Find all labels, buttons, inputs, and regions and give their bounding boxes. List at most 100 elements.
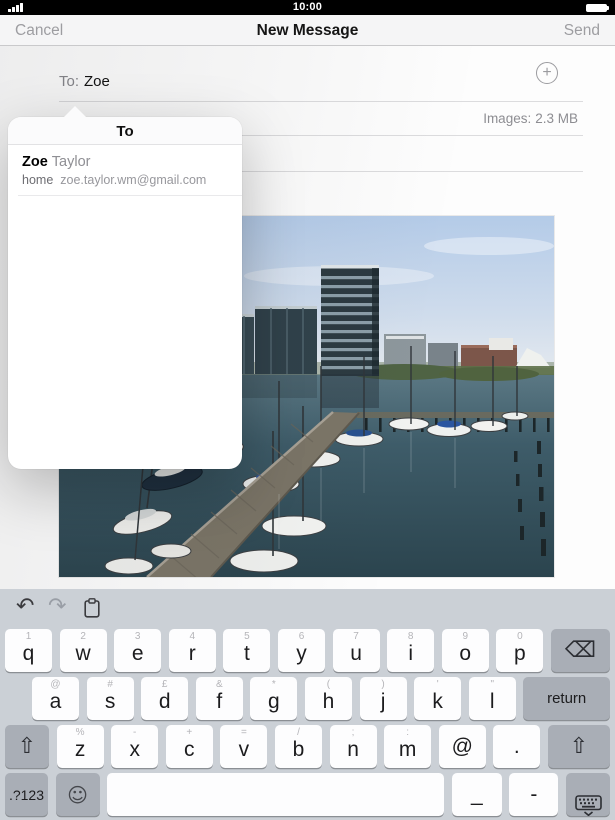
popover-arrow bbox=[63, 106, 87, 118]
key-label: h bbox=[323, 691, 335, 720]
key-l[interactable]: "l bbox=[469, 677, 516, 720]
key-label: .?123 bbox=[9, 788, 44, 802]
key-u[interactable]: 7u bbox=[333, 629, 380, 672]
undo-icon[interactable]: ↶ bbox=[16, 594, 34, 619]
keyboard-row: .?123 ☺ _ - bbox=[0, 773, 615, 816]
key-d[interactable]: £d bbox=[141, 677, 188, 720]
images-label: Images: bbox=[483, 111, 531, 126]
to-field[interactable]: To:Zoe bbox=[59, 73, 110, 90]
popover-title: To bbox=[8, 117, 242, 145]
key-secondary-label: " bbox=[469, 680, 516, 690]
key-secondary-label: + bbox=[166, 728, 213, 738]
key-secondary-label: ' bbox=[414, 680, 461, 690]
key-i[interactable]: 8i bbox=[387, 629, 434, 672]
key-secondary-label: ; bbox=[330, 728, 377, 738]
onscreen-keyboard: ↶ ↷ 1q2w3e4r5t6y7u8i9o0p⌫@a#s£d&f*g(h)j'… bbox=[0, 589, 615, 820]
redo-icon[interactable]: ↷ bbox=[48, 594, 66, 619]
key-k[interactable]: 'k bbox=[414, 677, 461, 720]
key-secondary-label: 0 bbox=[496, 632, 543, 642]
key-f[interactable]: &f bbox=[196, 677, 243, 720]
key-secondary-label: 7 bbox=[333, 632, 380, 642]
key-label: m bbox=[399, 739, 417, 768]
key-z[interactable]: %z bbox=[57, 725, 104, 768]
right-shift-key[interactable]: ⇧ bbox=[548, 725, 610, 768]
images-size-value: 2.3 MB bbox=[535, 111, 578, 126]
key-c[interactable]: +c bbox=[166, 725, 213, 768]
key-v[interactable]: =v bbox=[220, 725, 267, 768]
keyboard-row: 1q2w3e4r5t6y7u8i9o0p⌫ bbox=[0, 629, 615, 672]
key-label: r bbox=[189, 643, 196, 672]
key-.[interactable]: . bbox=[493, 725, 540, 768]
key-secondary-label: 5 bbox=[223, 632, 270, 642]
key-t[interactable]: 5t bbox=[223, 629, 270, 672]
contact-detail: home zoe.taylor.wm@gmail.com bbox=[22, 173, 242, 187]
key-secondary-label: ( bbox=[305, 680, 352, 690]
key-secondary-label: / bbox=[275, 728, 322, 738]
key-secondary-label: 3 bbox=[114, 632, 161, 642]
keyboard-row: @a#s£d&f*g(h)j'k"lreturn bbox=[0, 677, 615, 720]
to-field-value[interactable]: Zoe bbox=[84, 73, 110, 90]
key-secondary-label: £ bbox=[141, 680, 188, 690]
key-y[interactable]: 6y bbox=[278, 629, 325, 672]
key-label: ☺ bbox=[67, 785, 88, 805]
key-g[interactable]: *g bbox=[250, 677, 297, 720]
key-@[interactable]: @ bbox=[439, 725, 486, 768]
key-p[interactable]: 0p bbox=[496, 629, 543, 672]
contact-suggestion-row[interactable]: ZoeTaylor home zoe.taylor.wm@gmail.com bbox=[8, 145, 242, 196]
key-secondary-label: ) bbox=[360, 680, 407, 690]
keyboard-row: ⇧%z-x+c=v/b;n:m@.⇧ bbox=[0, 725, 615, 768]
key-label: n bbox=[347, 739, 359, 768]
key-a[interactable]: @a bbox=[32, 677, 79, 720]
dash-key[interactable]: - bbox=[509, 773, 558, 816]
add-recipient-icon[interactable]: + bbox=[536, 62, 558, 84]
key-label: y bbox=[296, 643, 307, 672]
key-label: @ bbox=[452, 736, 473, 757]
key-label: ⇧ bbox=[18, 736, 36, 758]
key-h[interactable]: (h bbox=[305, 677, 352, 720]
key-n[interactable]: ;n bbox=[330, 725, 377, 768]
key-x[interactable]: -x bbox=[111, 725, 158, 768]
key-label: . bbox=[514, 736, 520, 757]
key-secondary-label: & bbox=[196, 680, 243, 690]
key-j[interactable]: )j bbox=[360, 677, 407, 720]
return-key[interactable]: return bbox=[523, 677, 610, 720]
key-r[interactable]: 4r bbox=[169, 629, 216, 672]
key-label: w bbox=[76, 643, 91, 672]
nav-bar: Cancel New Message Send bbox=[0, 15, 615, 46]
key-secondary-label: 1 bbox=[5, 632, 52, 642]
dismiss-keyboard-key[interactable] bbox=[566, 773, 610, 816]
status-bar: 10:00 bbox=[0, 0, 615, 15]
key-label: return bbox=[547, 691, 586, 706]
key-secondary-label: 9 bbox=[442, 632, 489, 642]
key-q[interactable]: 1q bbox=[5, 629, 52, 672]
backspace-key[interactable]: ⌫ bbox=[551, 629, 610, 672]
paste-clipboard-icon[interactable] bbox=[84, 598, 100, 624]
left-shift-key[interactable]: ⇧ bbox=[5, 725, 49, 768]
space-key[interactable] bbox=[107, 773, 444, 816]
key-label: _ bbox=[471, 784, 483, 805]
key-label: s bbox=[105, 691, 116, 720]
key-label: k bbox=[432, 691, 443, 720]
send-button[interactable]: Send bbox=[564, 22, 600, 40]
key-b[interactable]: /b bbox=[275, 725, 322, 768]
contact-name: ZoeTaylor bbox=[22, 154, 242, 170]
emoji-key[interactable]: ☺ bbox=[56, 773, 100, 816]
key-label: z bbox=[75, 739, 86, 768]
contact-first-name: Zoe bbox=[22, 154, 48, 170]
field-separator bbox=[59, 101, 583, 102]
contact-email: zoe.taylor.wm@gmail.com bbox=[60, 173, 206, 187]
key-m[interactable]: :m bbox=[384, 725, 431, 768]
key-o[interactable]: 9o bbox=[442, 629, 489, 672]
key-e[interactable]: 3e bbox=[114, 629, 161, 672]
key-s[interactable]: #s bbox=[87, 677, 134, 720]
symbols-key[interactable]: .?123 bbox=[5, 773, 48, 816]
contact-address-label: home bbox=[22, 173, 53, 187]
key-label: c bbox=[184, 739, 195, 768]
key-label: - bbox=[530, 784, 537, 805]
key-label: t bbox=[244, 643, 250, 672]
key-w[interactable]: 2w bbox=[60, 629, 107, 672]
underscore-key[interactable]: _ bbox=[452, 773, 502, 816]
key-label: i bbox=[408, 643, 413, 672]
key-secondary-label: - bbox=[111, 728, 158, 738]
key-label: ⌫ bbox=[565, 640, 596, 662]
